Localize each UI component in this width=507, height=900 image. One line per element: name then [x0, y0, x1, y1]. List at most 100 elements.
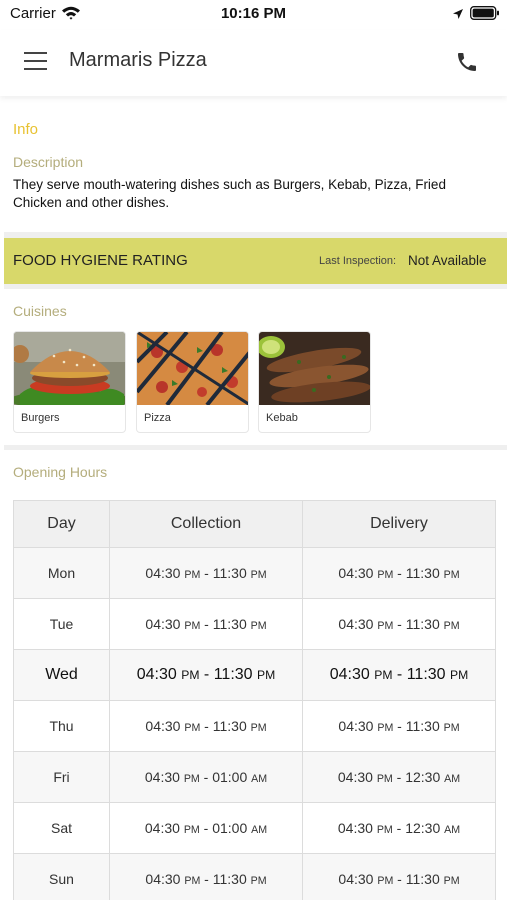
start-time: 04:30 [144, 769, 180, 785]
description-text: They serve mouth-watering dishes such as… [13, 177, 446, 210]
day-cell: Tue [13, 598, 110, 650]
delivery-hours-cell: 04:30 PM - 12:30 AM [302, 751, 496, 803]
start-period: PM [377, 620, 394, 632]
end-time: 11:30 [212, 616, 247, 632]
section-divider [4, 284, 507, 289]
day-cell: Mon [13, 547, 110, 599]
end-period: AM [251, 824, 268, 836]
end-time: 12:30 [405, 769, 441, 785]
day-cell: Fri [13, 751, 110, 803]
end-period: PM [250, 875, 267, 887]
start-period: PM [181, 668, 200, 682]
end-period: AM [251, 773, 268, 785]
end-time: 11:30 [212, 565, 247, 581]
clock-time: 10:16 PM [220, 5, 287, 22]
cuisine-label: Burgers [21, 412, 60, 424]
phone-icon[interactable] [455, 50, 479, 79]
start-time: 04:30 [337, 769, 373, 785]
table-row: Mon 04:30 PM - 11:30 PM 04:30 PM - 11:30 P… [13, 547, 496, 599]
end-period: PM [250, 722, 267, 734]
start-time: 04:30 [144, 820, 180, 836]
start-period: PM [183, 773, 200, 785]
last-inspection-value: Not Available [408, 253, 487, 268]
start-period: PM [376, 824, 393, 836]
location-arrow-icon [452, 7, 464, 25]
collection-hours-cell: 04:30 PM - 01:00 AM [109, 802, 303, 854]
start-time: 04:30 [145, 565, 181, 581]
hamburger-menu-icon[interactable] [24, 52, 47, 70]
cuisine-label: Kebab [266, 412, 298, 424]
end-period: PM [250, 569, 267, 581]
collection-hours-cell: 04:30 PM - 11:30 PM [109, 598, 303, 650]
end-time: 11:30 [405, 718, 440, 734]
start-period: PM [374, 668, 393, 682]
end-time: 11:30 [405, 871, 440, 887]
table-row: Sat 04:30 PM - 01:00 AM 04:30 PM - 12:30 A… [13, 802, 496, 854]
burger-image [14, 332, 125, 410]
end-time: 11:30 [405, 565, 440, 581]
delivery-hours-cell: 04:30 PM - 11:30 PM [302, 700, 496, 752]
end-period: PM [443, 722, 460, 734]
day-cell: Sun [13, 853, 110, 900]
start-time: 04:30 [338, 616, 374, 632]
end-time: 01:00 [212, 769, 248, 785]
nav-bar: Marmaris Pizza [0, 30, 507, 96]
start-period: PM [183, 824, 200, 836]
start-period: PM [184, 875, 201, 887]
status-bar: Carrier 10:16 PM [0, 0, 507, 30]
start-time: 04:30 [329, 666, 370, 683]
delivery-hours-cell: 04:30 PM - 11:30 PM [302, 853, 496, 900]
description-label: Description [13, 154, 84, 170]
end-period: PM [443, 620, 460, 632]
cuisine-card-pizza[interactable]: Pizza [136, 331, 249, 433]
column-header-day: Day [13, 500, 110, 548]
end-time: 12:30 [405, 820, 441, 836]
start-time: 04:30 [145, 871, 181, 887]
start-period: PM [377, 722, 394, 734]
table-row: Tue 04:30 PM - 11:30 PM 04:30 PM - 11:30 P… [13, 598, 496, 650]
start-time: 04:30 [145, 616, 181, 632]
start-time: 04:30 [338, 871, 374, 887]
table-row: Wed 04:30 PM - 11:30 PM 04:30 PM - 11:30 P… [13, 649, 496, 701]
end-period: PM [250, 620, 267, 632]
start-time: 04:30 [338, 718, 374, 734]
end-time: 01:00 [212, 820, 248, 836]
day-cell: Wed [13, 649, 110, 701]
start-period: PM [184, 620, 201, 632]
opening-hours-table: Day Collection Delivery Mon 04:30 PM - 11… [13, 500, 496, 900]
restaurant-title: Marmaris Pizza [69, 49, 207, 71]
collection-hours-cell: 04:30 PM - 01:00 AM [109, 751, 303, 803]
start-time: 04:30 [145, 718, 181, 734]
cuisine-card-kebab[interactable]: Kebab [258, 331, 371, 433]
start-period: PM [377, 875, 394, 887]
end-period: PM [443, 569, 460, 581]
day-cell: Sat [13, 802, 110, 854]
table-row: Fri 04:30 PM - 01:00 AM 04:30 PM - 12:30 A… [13, 751, 496, 803]
delivery-hours-cell: 04:30 PM - 11:30 PM [302, 649, 496, 701]
table-row: Thu 04:30 PM - 11:30 PM 04:30 PM - 11:30 P… [13, 700, 496, 752]
delivery-hours-cell: 04:30 PM - 12:30 AM [302, 802, 496, 854]
cuisines-label: Cuisines [13, 303, 67, 319]
last-inspection-label: Last Inspection: [319, 255, 397, 267]
end-time: 11:30 [212, 718, 247, 734]
pizza-image [137, 332, 248, 407]
end-time: 11:30 [405, 616, 440, 632]
delivery-hours-cell: 04:30 PM - 11:30 PM [302, 598, 496, 650]
cuisine-card-burgers[interactable]: Burgers [13, 331, 126, 433]
battery-icon [470, 6, 500, 25]
collection-hours-cell: 04:30 PM - 11:30 PM [109, 700, 303, 752]
table-header-row: Day Collection Delivery [13, 500, 496, 548]
section-divider [4, 445, 507, 450]
delivery-hours-cell: 04:30 PM - 11:30 PM [302, 547, 496, 599]
start-period: PM [376, 773, 393, 785]
column-header-delivery: Delivery [302, 500, 496, 548]
collection-hours-cell: 04:30 PM - 11:30 PM [109, 853, 303, 900]
end-period: AM [444, 773, 461, 785]
start-time: 04:30 [337, 820, 373, 836]
info-heading: Info [13, 121, 39, 138]
end-period: PM [450, 668, 469, 682]
end-period: AM [444, 824, 461, 836]
food-hygiene-bar: FOOD HYGIENE RATING Last Inspection: Not… [4, 238, 507, 284]
end-time: 11:30 [212, 871, 247, 887]
end-time: 11:30 [406, 666, 446, 683]
